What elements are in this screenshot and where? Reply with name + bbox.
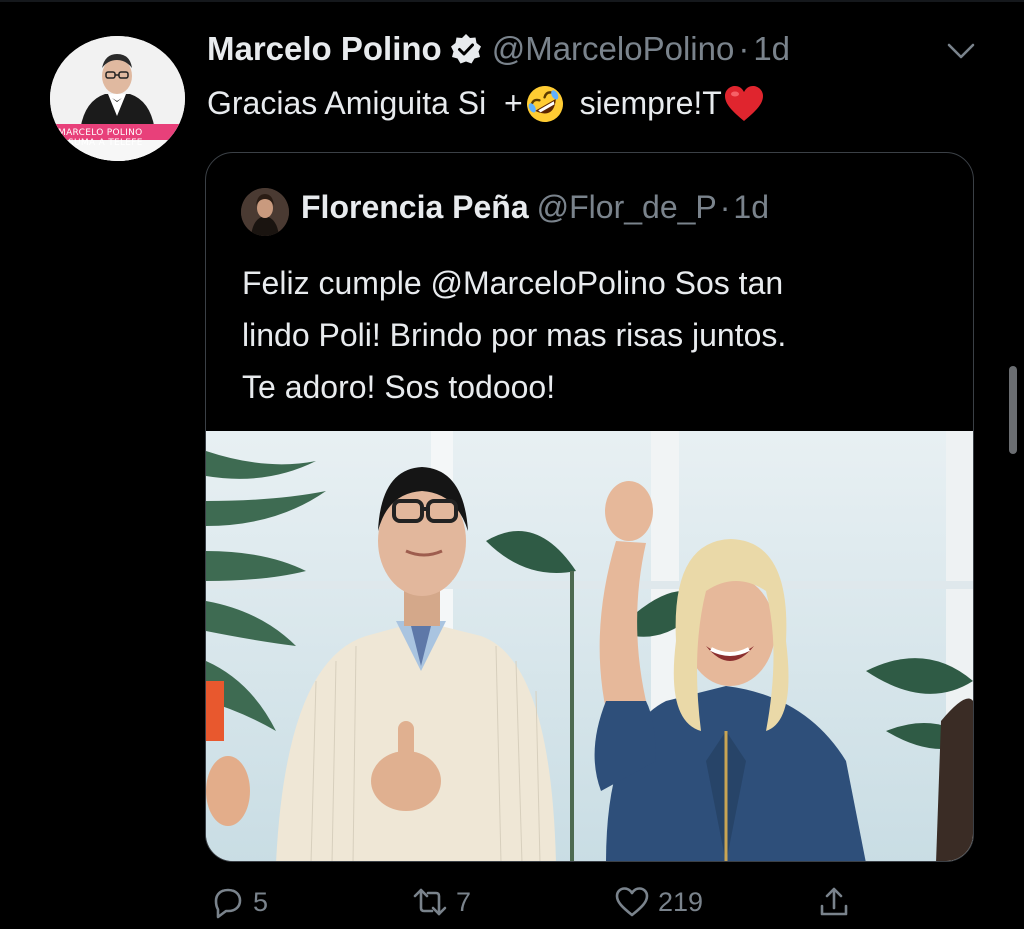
quoted-text-line: Te adoro! Sos todooo! [242, 369, 556, 405]
reply-button[interactable]: 5 [209, 884, 268, 920]
quoted-tweet-text: Feliz cumple @MarceloPolino Sos tan lind… [242, 257, 942, 413]
tweet-header: Marcelo Polino @MarceloPolino · 1d [207, 30, 790, 76]
quoted-tweet-photo[interactable] [206, 431, 973, 861]
quoted-text-line: Feliz cumple @MarceloPolino Sos tan [242, 265, 784, 301]
quoted-text-line: lindo Poli! Brindo por mas risas juntos. [242, 317, 787, 353]
share-button[interactable] [816, 884, 852, 920]
heart-icon [615, 887, 649, 917]
quoted-tweet-timestamp[interactable]: 1d [733, 189, 769, 225]
avatar-caption-line1: MARCELO POLINO [58, 128, 143, 138]
quoted-tweet-header: Florencia Peña @Flor_de_P·1d [301, 189, 769, 226]
quoted-author-display-name[interactable]: Florencia Peña [301, 189, 529, 225]
verified-badge-icon [450, 33, 482, 65]
tweet-text-part2: siempre!T [570, 85, 722, 121]
avatar-caption-line2: SUMA A TELEFE [68, 138, 143, 148]
quoted-author-avatar-image [241, 188, 289, 236]
retweet-button[interactable]: 7 [412, 884, 471, 920]
rolling-laughing-emoji-icon [525, 84, 565, 124]
reply-count: 5 [253, 886, 269, 917]
separator: · [738, 30, 750, 67]
red-heart-emoji-icon [724, 85, 764, 123]
tweet-text-part1: Gracias Amiguita Si + [207, 85, 523, 121]
scrollbar-thumb[interactable] [1009, 366, 1017, 454]
like-count: 219 [658, 886, 704, 917]
retweet-count: 7 [456, 886, 472, 917]
chevron-down-icon[interactable] [946, 40, 976, 62]
tweet-actions: 5 7 219 [0, 884, 1024, 929]
reply-icon [214, 888, 242, 919]
author-handle[interactable]: @MarceloPolino [492, 30, 735, 67]
avatar-caption: MARCELO POLINO SUMA A TELEFE [58, 128, 143, 148]
tweet-timestamp[interactable]: 1d [753, 30, 790, 67]
tweet-text: Gracias Amiguita Si + siempre!T [207, 84, 764, 124]
separator: · [719, 189, 731, 225]
quoted-author-avatar[interactable] [241, 188, 289, 236]
tweet[interactable]: MARCELO POLINO SUMA A TELEFE Marcelo Pol… [0, 0, 1024, 929]
quoted-author-handle[interactable]: @Flor_de_P [537, 189, 717, 225]
share-icon [820, 887, 848, 916]
quoted-tweet[interactable]: Florencia Peña @Flor_de_P·1d Feliz cumple… [205, 152, 974, 862]
like-button[interactable]: 219 [614, 884, 703, 920]
divider [0, 0, 1024, 2]
author-display-name[interactable]: Marcelo Polino [207, 30, 442, 67]
retweet-icon [413, 888, 447, 916]
photo-image [206, 431, 973, 861]
author-avatar[interactable]: MARCELO POLINO SUMA A TELEFE [50, 36, 185, 161]
